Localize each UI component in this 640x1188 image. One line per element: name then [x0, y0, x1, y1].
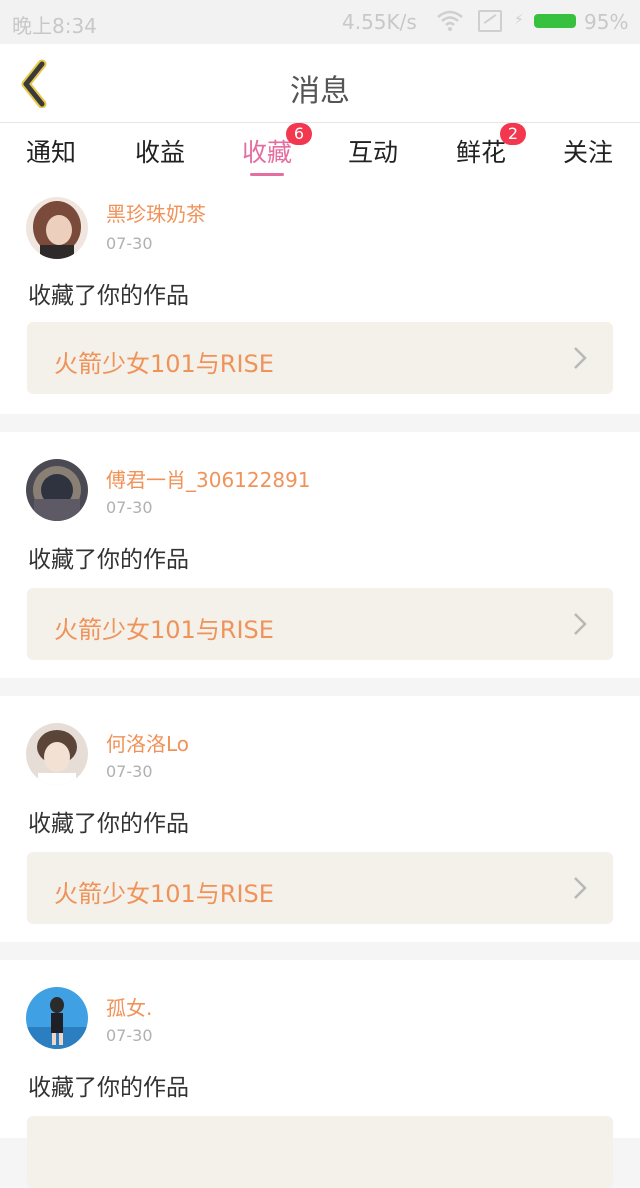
tab-label: 关注 [563, 138, 614, 167]
username[interactable]: 孤女. [106, 992, 152, 1021]
tab-badge: 6 [286, 123, 312, 145]
tab-interactions[interactable]: 互动 [348, 133, 398, 169]
tab-badge: 2 [500, 123, 526, 145]
avatar[interactable] [26, 459, 88, 521]
tab-label: 互动 [348, 138, 399, 167]
message-card: 何洛洛Lo 07-30 收藏了你的作品 火箭少女101与RISE [0, 696, 640, 942]
username[interactable]: 何洛洛Lo [106, 728, 189, 757]
work-title: 火箭少女101与RISE [54, 350, 274, 378]
tab-flowers[interactable]: 鲜花 2 [456, 123, 526, 169]
work-title: 火箭少女101与RISE [54, 616, 274, 644]
message-card: 孤女. 07-30 收藏了你的作品 [0, 960, 640, 1188]
wifi-icon [437, 10, 463, 31]
tab-label: 通知 [26, 138, 77, 167]
username[interactable]: 傅君一肖_306122891 [106, 464, 311, 493]
avatar[interactable] [26, 723, 88, 785]
active-tab-indicator [250, 173, 284, 176]
tab-label: 收益 [135, 138, 186, 167]
page-title: 消息 [290, 74, 350, 109]
tab-follows[interactable]: 关注 [563, 133, 613, 169]
tab-earnings[interactable]: 收益 [135, 133, 185, 169]
avatar-image [26, 723, 88, 785]
work-link[interactable] [27, 1116, 613, 1188]
status-time: 晚上8:34 [12, 14, 97, 38]
chevron-right-icon [574, 613, 587, 635]
message-date: 07-30 [106, 498, 153, 517]
sim-icon [478, 10, 502, 32]
battery-percent: 95% [584, 10, 629, 34]
message-date: 07-30 [106, 234, 153, 253]
tab-bar: 通知 收益 收藏 6 互动 鲜花 2 关注 [0, 123, 640, 180]
status-bar: 晚上8:34 4.55K/s ⚡ 95% [0, 0, 640, 44]
tab-label: 收藏 [242, 138, 293, 167]
message-card: 傅君一肖_306122891 07-30 收藏了你的作品 火箭少女101与RIS… [0, 432, 640, 678]
tab-label: 鲜花 [456, 138, 507, 167]
chevron-right-icon [574, 347, 587, 369]
header-bar: 消息 [0, 44, 640, 123]
battery-icon [534, 14, 576, 28]
message-card: 黑珍珠奶茶 07-30 收藏了你的作品 火箭少女101与RISE [0, 180, 640, 414]
work-title: 火箭少女101与RISE [54, 880, 274, 908]
tab-notifications[interactable]: 通知 [26, 133, 76, 169]
username[interactable]: 黑珍珠奶茶 [106, 198, 206, 227]
message-text: 收藏了你的作品 [28, 547, 189, 573]
avatar[interactable] [26, 987, 88, 1049]
message-text: 收藏了你的作品 [28, 811, 189, 837]
work-link[interactable]: 火箭少女101与RISE [27, 322, 613, 394]
avatar-image [26, 987, 88, 1049]
message-text: 收藏了你的作品 [28, 283, 189, 309]
message-text: 收藏了你的作品 [28, 1075, 189, 1101]
network-speed: 4.55K/s [342, 10, 417, 34]
message-date: 07-30 [106, 762, 153, 781]
charging-icon: ⚡ [514, 12, 524, 28]
work-link[interactable]: 火箭少女101与RISE [27, 588, 613, 660]
avatar-image [26, 197, 88, 259]
message-date: 07-30 [106, 1026, 153, 1045]
avatar[interactable] [26, 197, 88, 259]
work-link[interactable]: 火箭少女101与RISE [27, 852, 613, 924]
tab-favorites[interactable]: 收藏 6 [242, 123, 312, 176]
avatar-image [26, 459, 88, 521]
chevron-right-icon [574, 877, 587, 899]
